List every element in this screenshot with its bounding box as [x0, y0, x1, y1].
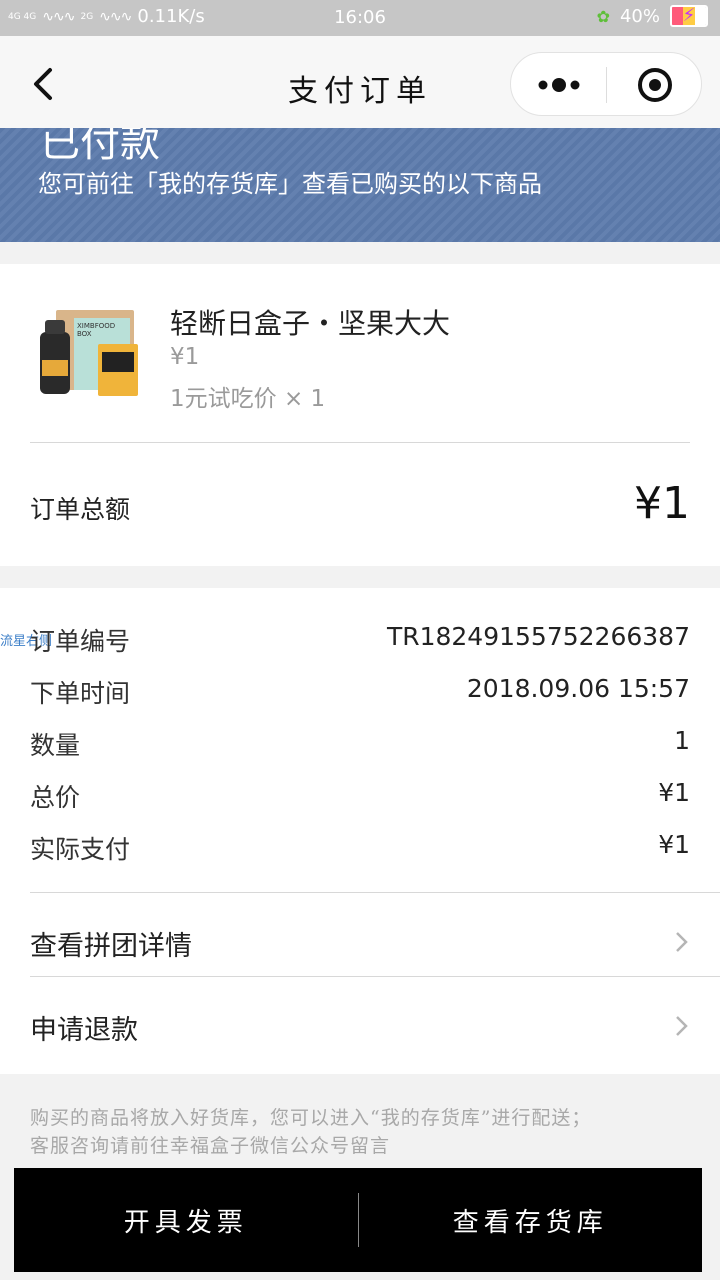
- product-card: XIMBFOOD BOX 轻断日盒子・坚果大大 ¥1 1元试吃价 × 1 订单总…: [0, 264, 720, 566]
- payment-status-title: 已付款: [40, 128, 160, 166]
- capsule-divider: [606, 67, 607, 103]
- issue-invoice-button[interactable]: 开具发票: [14, 1168, 358, 1272]
- order-info-section: 流星右侧 订单编号 TR18249155752266387 下单时间 2018.…: [0, 588, 720, 1074]
- more-dots-icon[interactable]: [537, 73, 581, 97]
- chevron-right-icon: [676, 932, 688, 952]
- order-number-value: TR18249155752266387: [386, 622, 690, 651]
- order-total-label: 订单总额: [30, 495, 131, 524]
- total-price-label: 总价: [30, 783, 81, 812]
- bottom-action-bar: 开具发票 查看存货库: [14, 1168, 702, 1272]
- total-price-row: 总价 ¥1: [30, 778, 690, 814]
- status-bar: 4G 4G ∿∿∿ 2G ∿∿∿ 0.11K/s 16:06 ✿ 40% ⚡: [0, 0, 720, 36]
- notice-line-2: 客服咨询请前往幸福盒子微信公众号留言: [30, 1135, 391, 1157]
- chevron-right-icon: [676, 1016, 688, 1036]
- total-price-value: ¥1: [658, 778, 690, 807]
- payment-status-message: 您可前往「我的存货库」查看已购买的以下商品: [38, 170, 542, 198]
- payment-status-banner: 已付款 您可前往「我的存货库」查看已购买的以下商品: [0, 128, 720, 242]
- order-number-row: 订单编号 TR18249155752266387: [30, 622, 690, 658]
- quantity-row: 数量 1: [30, 726, 690, 762]
- svg-text:BOX: BOX: [77, 330, 92, 338]
- quantity-value: 1: [674, 726, 690, 755]
- refund-request-label: 申请退款: [30, 1015, 138, 1046]
- quantity-label: 数量: [30, 731, 81, 760]
- nav-bar: 支付订单: [0, 36, 720, 128]
- group-buy-details-link[interactable]: 查看拼团详情: [30, 902, 690, 982]
- order-time-label: 下单时间: [30, 679, 131, 708]
- leaf-icon: ✿: [596, 6, 610, 26]
- order-time-row: 下单时间 2018.09.06 15:57: [30, 674, 690, 710]
- order-time-value: 2018.09.06 15:57: [466, 674, 690, 703]
- divider: [30, 442, 690, 443]
- notice-line-1: 购买的商品将放入好货库，您可以进入“我的存货库”进行配送；: [30, 1107, 592, 1129]
- battery-charging-icon: ⚡: [670, 5, 708, 27]
- close-target-icon[interactable]: [637, 67, 673, 103]
- miniprogram-capsule: [510, 52, 702, 116]
- divider: [30, 976, 720, 977]
- actual-payment-value: ¥1: [658, 830, 690, 859]
- status-bar-right: ✿ 40% ⚡: [597, 5, 708, 27]
- product-thumbnail-image[interactable]: XIMBFOOD BOX: [36, 302, 146, 402]
- product-spec: 1元试吃价 × 1: [170, 386, 326, 412]
- battery-percent: 40%: [619, 5, 660, 27]
- divider: [30, 892, 720, 893]
- actual-payment-row: 实际支付 ¥1: [30, 830, 690, 866]
- group-buy-details-label: 查看拼团详情: [30, 931, 192, 962]
- refund-request-link[interactable]: 申请退款: [30, 986, 690, 1066]
- svg-text:XIMBFOOD: XIMBFOOD: [77, 322, 115, 330]
- notice-text: 购买的商品将放入好货库，您可以进入“我的存货库”进行配送； 客服咨询请前往幸福盒…: [30, 1104, 690, 1160]
- order-number-label: 订单编号: [30, 627, 131, 656]
- view-inventory-button[interactable]: 查看存货库: [359, 1168, 703, 1272]
- actual-payment-label: 实际支付: [30, 835, 131, 864]
- order-total-value: ¥1: [634, 478, 690, 529]
- product-price: ¥1: [170, 344, 200, 370]
- product-name: 轻断日盒子・坚果大大: [170, 307, 451, 340]
